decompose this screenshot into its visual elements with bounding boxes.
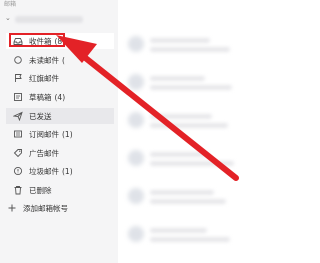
blurred-message-line bbox=[150, 190, 214, 195]
blurred-message-line bbox=[150, 38, 210, 43]
blurred-message-line bbox=[150, 152, 208, 157]
sidebar-item-drafts[interactable]: 草稿箱 (4) bbox=[6, 89, 114, 105]
flag-icon bbox=[12, 72, 24, 84]
blurred-message-line bbox=[150, 85, 232, 90]
avatar bbox=[128, 188, 144, 204]
add-account-button[interactable]: 添加邮箱帐号 bbox=[0, 200, 108, 216]
chevron-down-icon[interactable]: ⌄ bbox=[5, 14, 11, 22]
sidebar-item-label: 未读邮件 bbox=[29, 55, 59, 65]
sidebar-item-label: 已删除 bbox=[29, 185, 52, 195]
sidebar-item-subscriptions[interactable]: 订阅邮件 (1) bbox=[6, 126, 114, 142]
sidebar-item-label: 已发送 bbox=[29, 111, 52, 121]
message-list bbox=[118, 0, 242, 263]
unread-icon bbox=[12, 54, 24, 66]
folder-sidebar: 邮箱 ⌄ 收件箱 (89) 未读邮件 ( 红旗邮件 草稿箱 (4) 已发送 订阅… bbox=[0, 0, 118, 263]
sidebar-item-sent[interactable]: 已发送 bbox=[6, 108, 114, 124]
avatar bbox=[128, 150, 144, 166]
spam-icon bbox=[12, 165, 24, 177]
trash-icon bbox=[12, 184, 24, 196]
add-account-label: 添加邮箱帐号 bbox=[23, 203, 68, 213]
subscription-icon bbox=[12, 128, 24, 140]
sidebar-item-label: 收件箱 bbox=[29, 36, 52, 46]
unread-count: (89) bbox=[54, 36, 70, 46]
sidebar-item-spam[interactable]: 垃圾邮件 (1) bbox=[6, 163, 114, 179]
blurred-message-line bbox=[150, 199, 226, 204]
blurred-message-line bbox=[150, 76, 205, 81]
sidebar-item-inbox[interactable]: 收件箱 (89) bbox=[6, 33, 114, 49]
sidebar-item-deleted[interactable]: 已删除 bbox=[6, 182, 114, 198]
item-count: (1) bbox=[62, 129, 73, 139]
inbox-icon bbox=[12, 35, 24, 47]
mail-client-screen: 邮箱 ⌄ 收件箱 (89) 未读邮件 ( 红旗邮件 草稿箱 (4) 已发送 订阅… bbox=[0, 0, 242, 263]
blurred-message-line bbox=[150, 161, 234, 166]
drafts-icon bbox=[12, 91, 24, 103]
sidebar-item-label: 广告邮件 bbox=[29, 148, 59, 158]
sidebar-item-label: 草稿箱 bbox=[29, 92, 52, 102]
account-name-blurred bbox=[15, 16, 83, 23]
blurred-message-line bbox=[150, 47, 230, 52]
item-count: (1) bbox=[62, 166, 73, 176]
sidebar-item-label: 订阅邮件 bbox=[29, 129, 59, 139]
avatar bbox=[128, 112, 144, 128]
item-count: (4) bbox=[54, 92, 66, 102]
ad-tag-icon bbox=[12, 147, 24, 159]
account-row[interactable]: ⌄ bbox=[0, 12, 118, 26]
sidebar-item-unread[interactable]: 未读邮件 ( bbox=[6, 52, 114, 68]
avatar bbox=[128, 226, 144, 242]
sidebar-section-label: 邮箱 bbox=[4, 1, 17, 8]
sidebar-item-label: 垃圾邮件 bbox=[29, 166, 59, 176]
blurred-message-line bbox=[150, 228, 207, 233]
unread-count: ( bbox=[62, 55, 65, 65]
blurred-message-line bbox=[150, 237, 230, 242]
avatar bbox=[128, 36, 144, 52]
plus-icon bbox=[6, 202, 18, 214]
sidebar-item-ads[interactable]: 广告邮件 bbox=[6, 145, 114, 161]
sidebar-item-label: 红旗邮件 bbox=[29, 73, 59, 83]
sidebar-item-flagged[interactable]: 红旗邮件 bbox=[6, 70, 114, 86]
sent-icon bbox=[12, 110, 24, 122]
avatar bbox=[128, 74, 144, 90]
blurred-message-line bbox=[150, 123, 228, 128]
blurred-message-line bbox=[150, 114, 212, 119]
